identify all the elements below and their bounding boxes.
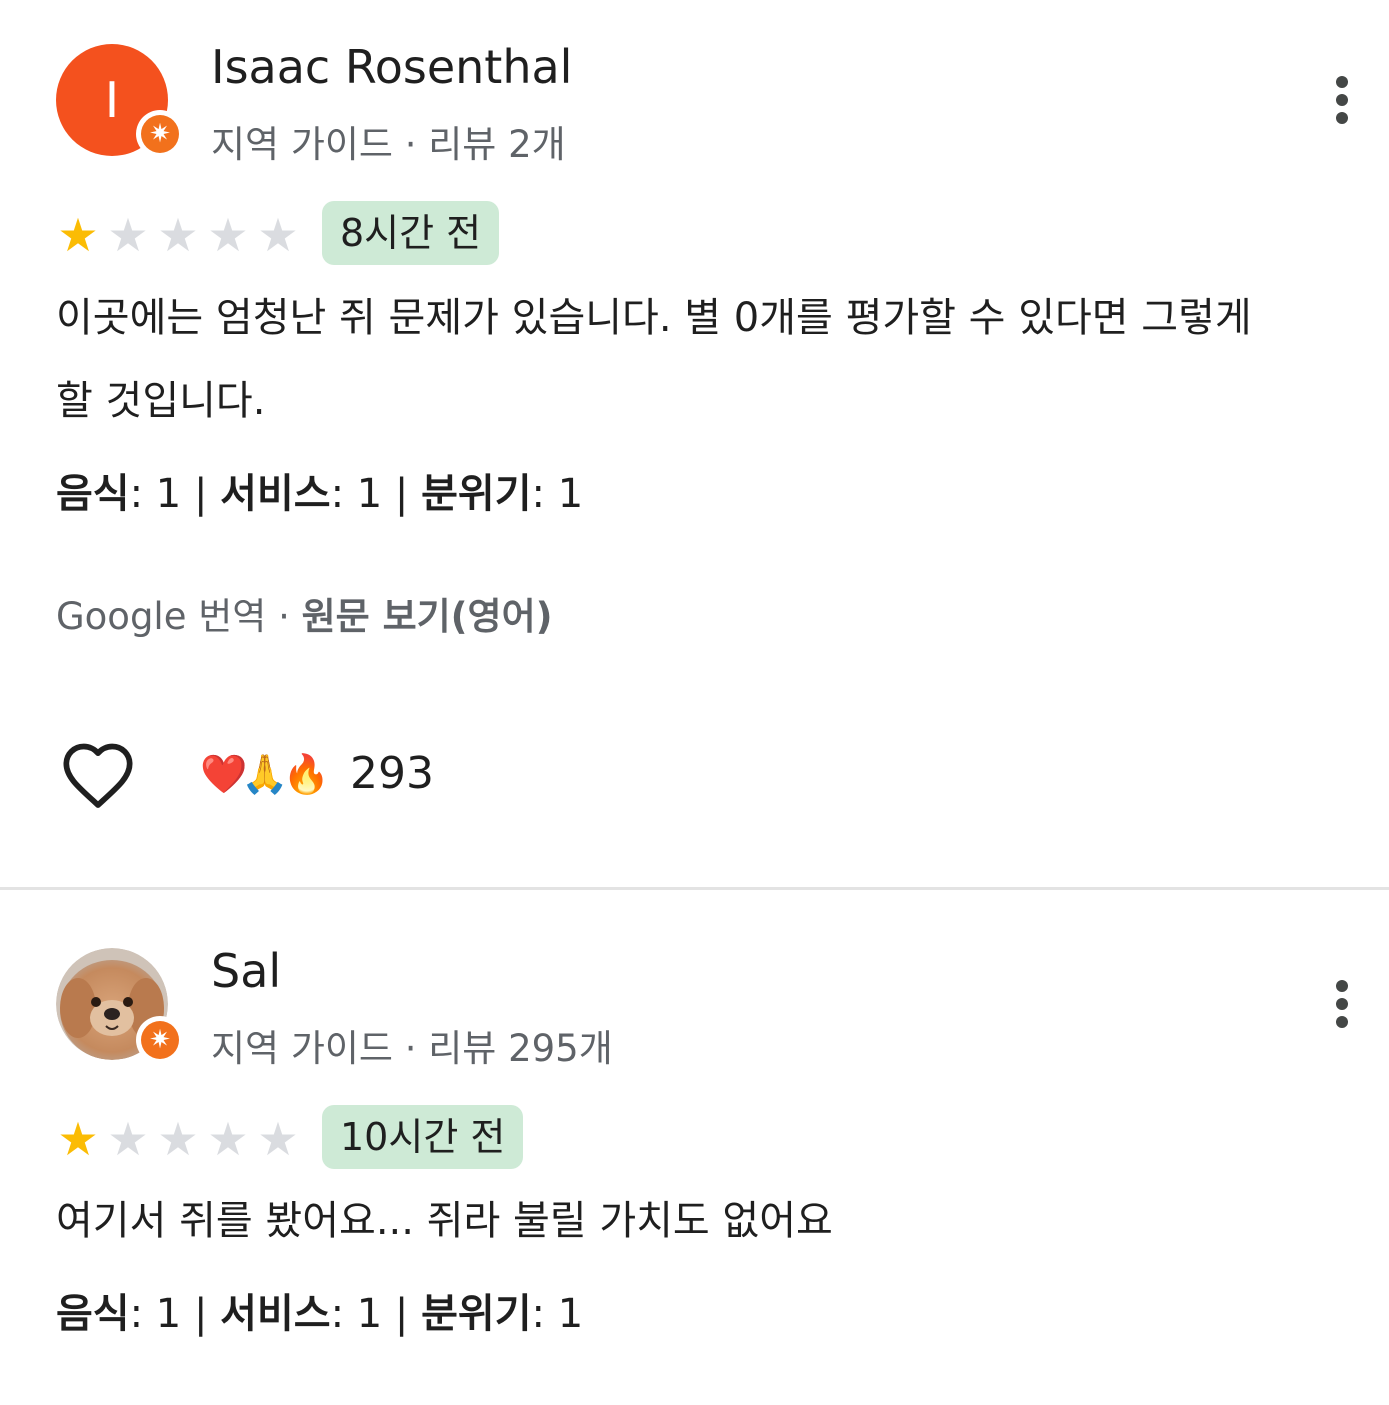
food-label: 음식	[56, 1291, 130, 1337]
service-label: 서비스	[220, 1291, 331, 1337]
reviewer-name[interactable]: Sal	[211, 944, 281, 998]
local-guide-badge-icon: ✷	[136, 110, 184, 158]
star-icon: ★	[207, 208, 249, 262]
star-rating: ★ ★ ★ ★ ★	[54, 1116, 302, 1162]
heart-emoji: ❤️	[200, 751, 248, 796]
star-icon: ★	[157, 208, 199, 262]
local-guide-badge-icon: ✷	[136, 1016, 184, 1064]
avatar-letter: I	[104, 71, 120, 129]
sub-ratings: 음식: 1 | 서비스: 1 | 분위기: 1	[56, 461, 583, 519]
service-value: : 1 |	[330, 1291, 422, 1337]
star-icon: ★	[207, 1112, 249, 1166]
star-icon: ★	[157, 1112, 199, 1166]
star-icon: ★	[57, 1112, 99, 1166]
food-label: 음식	[56, 471, 130, 517]
service-value: : 1 |	[330, 471, 422, 517]
more-vert-icon[interactable]	[1326, 72, 1358, 128]
atmosphere-value: : 1	[531, 1291, 584, 1337]
fire-emoji: 🔥	[282, 751, 330, 796]
pray-emoji: 🙏	[241, 751, 289, 796]
food-value: : 1 |	[129, 471, 221, 517]
time-chip: 10시간 전	[322, 1105, 524, 1169]
heart-outline-icon[interactable]	[60, 740, 136, 810]
reaction-count: 293	[349, 748, 434, 799]
translation-note: Google 번역 · 원문 보기(영어)	[56, 586, 553, 640]
star-icon: ★	[107, 1112, 149, 1166]
service-label: 서비스	[220, 471, 331, 517]
review-text: 여기서 쥐를 봤어요... 쥐라 불릴 가치도 없어요	[56, 1198, 833, 1244]
review-card: I ✷ Isaac Rosenthal 지역 가이드 · 리뷰 2개 ★ ★ ★…	[0, 0, 1389, 887]
review-text: 이곳에는 엄청난 쥐 문제가 있습니다. 별 0개를 평가할 수 있다면 그렇게…	[56, 295, 1252, 424]
star-icon: ★	[257, 1112, 299, 1166]
atmosphere-label: 분위기	[421, 1291, 532, 1337]
atmosphere-label: 분위기	[421, 471, 532, 517]
food-value: : 1 |	[129, 1291, 221, 1337]
star-icon: ★	[257, 208, 299, 262]
reviewer-meta[interactable]: 지역 가이드 · 리뷰 295개	[211, 1018, 613, 1072]
see-original-link[interactable]: 원문 보기(영어)	[302, 595, 553, 638]
more-vert-icon[interactable]	[1326, 976, 1358, 1032]
star-icon: ★	[57, 208, 99, 262]
atmosphere-value: : 1	[531, 471, 584, 517]
sub-ratings: 음식: 1 | 서비스: 1 | 분위기: 1	[56, 1281, 583, 1339]
reactions[interactable]: ❤️ 🙏 🔥 293	[200, 748, 434, 799]
reviewer-name[interactable]: Isaac Rosenthal	[211, 40, 572, 94]
translated-by: Google 번역 ·	[56, 595, 302, 638]
star-rating: ★ ★ ★ ★ ★	[54, 212, 302, 258]
reviewer-meta[interactable]: 지역 가이드 · 리뷰 2개	[211, 114, 566, 168]
time-chip: 8시간 전	[322, 201, 500, 265]
review-card: ✷ Sal 지역 가이드 · 리뷰 295개 ★ ★ ★ ★ ★ 10시간 전 …	[0, 890, 1389, 1405]
star-icon: ★	[107, 208, 149, 262]
